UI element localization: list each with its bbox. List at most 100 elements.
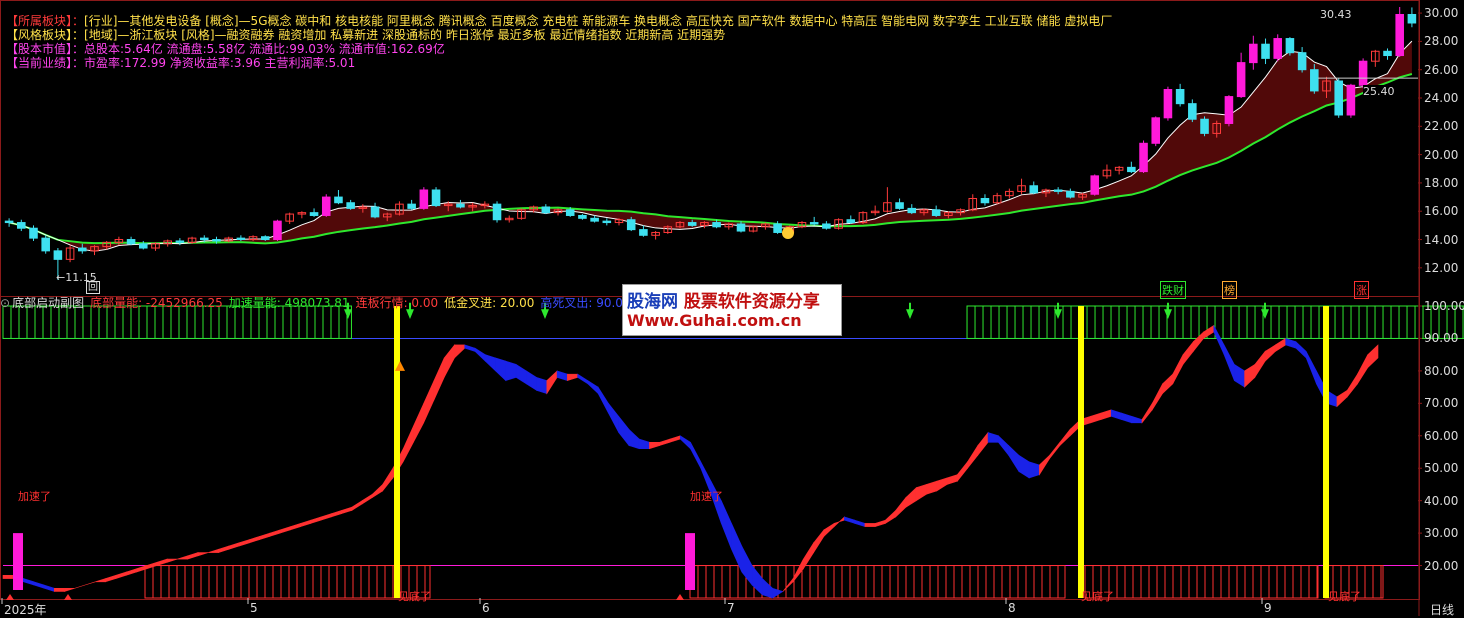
candle-body-110 <box>1346 84 1356 116</box>
candle-body-101 <box>1236 62 1246 98</box>
osc-segment-67 <box>690 442 702 469</box>
bottom-label-2: 见底了 <box>1081 590 1114 603</box>
yellow-bar-0 <box>394 306 400 598</box>
osc-segment-61 <box>628 428 640 450</box>
indicator-name[interactable]: 底部启动副图 <box>12 296 84 310</box>
osc-segment-60 <box>618 415 630 447</box>
osc-segment-106 <box>1090 412 1102 424</box>
indicator-golden: 低金叉进: 20.00 <box>444 296 535 310</box>
osc-segment-44 <box>454 344 466 359</box>
osc-segment-56 <box>577 373 589 385</box>
info-equity-value: 总股本:5.64亿 流通盘:5.58亿 流通比:99.03% 流通市值:162.… <box>84 42 445 56</box>
osc-segment-101 <box>1039 454 1050 476</box>
candle-body-0 <box>4 220 14 224</box>
osc-segment-94 <box>967 444 979 470</box>
price-tick-5: 20.00 <box>1424 147 1459 162</box>
osc-segment-121 <box>1244 363 1256 388</box>
osc-segment-97 <box>998 435 1009 457</box>
candle-body-58 <box>712 222 721 228</box>
osc-segment-25 <box>259 532 271 541</box>
info-perf-key: 【当前业绩】： <box>6 56 85 70</box>
osc-segment-24 <box>248 535 260 544</box>
osc-segment-39 <box>402 425 414 462</box>
indicator-energy: 底部量能: -2452966.25 <box>90 296 223 310</box>
period-label[interactable]: 日线 <box>1430 601 1454 618</box>
osc-segment-36 <box>372 483 383 498</box>
osc-segment-7 <box>74 584 86 589</box>
osc-segment-51 <box>526 370 537 391</box>
badge-2[interactable]: 涨 <box>1354 281 1369 299</box>
candle-body-98 <box>1200 118 1209 134</box>
candle-body-63 <box>773 223 782 233</box>
osc-segment-50 <box>515 363 527 385</box>
osc-segment-123 <box>1264 344 1276 362</box>
osc-segment-85 <box>874 519 886 528</box>
osc-segment-29 <box>300 519 312 528</box>
watermark-slogan: 股票软件资源分享 <box>683 292 820 312</box>
osc-segment-21 <box>218 545 230 553</box>
candle-body-16 <box>199 237 209 241</box>
osc-segment-66 <box>679 435 691 450</box>
down-arrow-3 <box>906 302 914 319</box>
osc-segment-47 <box>484 354 496 372</box>
info-style-value: [地域]—浙江板块 [风格]—融资融券 融资增加 私募新进 深股通标的 昨日涨停… <box>84 28 726 42</box>
osc-segment-28 <box>290 522 301 531</box>
osc-segment-79 <box>813 529 825 554</box>
candle-body-11 <box>138 243 148 249</box>
back-box[interactable]: 回 <box>86 281 100 294</box>
candle-body-103 <box>1261 43 1270 59</box>
osc-segment-109 <box>1121 412 1133 424</box>
chart-stage[interactable]: 【所属板块】：[行业]—其他发电设备 [概念]—5G概念 碳中和 核电核能 阿里… <box>0 0 1464 618</box>
osc-segment-4 <box>43 584 55 592</box>
osc-segment-120 <box>1234 363 1245 388</box>
candle-body-60 <box>736 223 746 232</box>
yellow-bar-2 <box>1323 306 1329 598</box>
collapse-icon[interactable]: ⊙ <box>0 296 10 310</box>
candle-body-67 <box>822 223 831 229</box>
osc-segment-10 <box>105 574 117 583</box>
candle-body-10 <box>126 239 136 245</box>
osc-segment-82 <box>844 516 855 524</box>
candle-body-105 <box>1285 38 1295 54</box>
watermark-url: Www.Guhai.com.cn <box>627 311 802 330</box>
osc-segment-43 <box>443 344 455 378</box>
osc-segment-91 <box>936 477 948 492</box>
osc-segment-133 <box>1367 344 1379 369</box>
osc-segment-48 <box>495 357 507 382</box>
osc-segment-122 <box>1254 350 1266 379</box>
osc-segment-108 <box>1110 409 1122 420</box>
candle-body-26 <box>321 196 331 216</box>
osc-segment-35 <box>361 493 373 505</box>
osc-segment-9 <box>95 578 106 583</box>
badge-0[interactable]: 跌财 <box>1160 281 1186 299</box>
osc-segment-53 <box>546 370 558 395</box>
candle-body-102 <box>1249 43 1258 64</box>
magenta-bar-0 <box>13 533 23 590</box>
info-sector: 【所属板块】：[行业]—其他发电设备 [概念]—5G概念 碳中和 核电核能 阿里… <box>6 14 1112 28</box>
osc-segment-63 <box>649 441 661 450</box>
watermark-brand-line: 股海网 股票软件资源分享 <box>627 287 820 312</box>
osc-segment-37 <box>382 467 394 492</box>
osc-segment-0 <box>2 574 14 579</box>
candle-body-35 <box>431 189 441 207</box>
candle-body-94 <box>1151 117 1161 144</box>
osc-segment-72 <box>741 545 753 586</box>
osc-segment-16 <box>166 558 178 563</box>
candle-body-100 <box>1224 96 1234 124</box>
osc-segment-116 <box>1193 331 1204 353</box>
badge-1[interactable]: 榜 <box>1222 281 1237 299</box>
candle-body-107 <box>1310 69 1319 92</box>
sub-tick-5: 50.00 <box>1424 461 1459 476</box>
watermark: 股海网 股票软件资源分享 Www.Guhai.com.cn <box>622 284 842 336</box>
indicator-header: ⊙ 底部启动副图 底部量能: -2452966.25 加速量能: 498073.81 连… <box>0 294 637 310</box>
osc-segment-71 <box>731 523 743 573</box>
price-tick-4: 22.00 <box>1424 119 1459 134</box>
candle-body-87 <box>1066 190 1075 198</box>
osc-segment-131 <box>1346 373 1358 398</box>
sub-tick-7: 30.00 <box>1424 526 1459 541</box>
osc-segment-130 <box>1336 389 1348 408</box>
osc-segment-31 <box>320 513 332 521</box>
candle-body-106 <box>1297 52 1307 71</box>
osc-segment-90 <box>926 480 938 495</box>
down-arrow-5 <box>1164 302 1172 319</box>
